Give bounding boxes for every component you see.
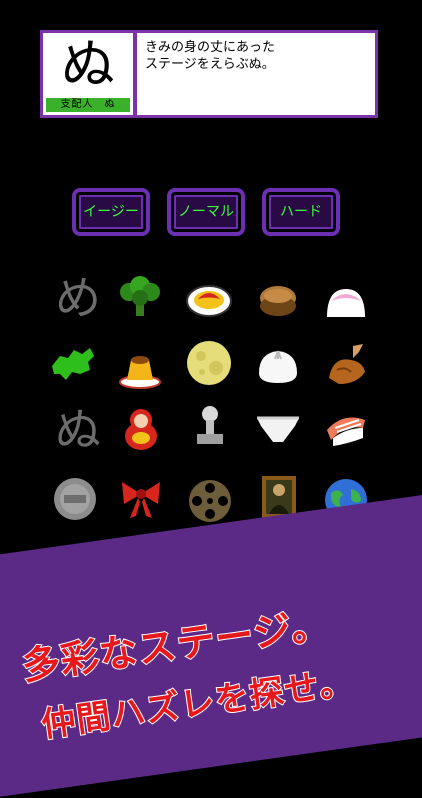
stage-nu[interactable]: ぬ <box>52 404 104 456</box>
500-yen-coin-icon[interactable] <box>52 476 98 522</box>
mochi-icon[interactable] <box>323 281 369 327</box>
stamp-icon[interactable] <box>187 404 233 450</box>
red-ribbon-icon[interactable] <box>118 476 164 522</box>
underpants-icon[interactable] <box>255 410 301 456</box>
stage-me[interactable]: め <box>52 272 104 324</box>
omelette-rice-icon[interactable] <box>186 277 232 323</box>
nikuman-icon[interactable] <box>255 343 301 389</box>
salmon-sushi-icon[interactable] <box>323 408 369 454</box>
roast-chicken-icon[interactable] <box>323 342 369 388</box>
matryoshka-icon[interactable] <box>118 406 164 452</box>
film-reel-icon[interactable] <box>187 478 233 524</box>
full-moon-icon[interactable] <box>186 340 232 386</box>
pudding-icon[interactable] <box>117 346 163 392</box>
shikoku-map-icon[interactable] <box>50 340 96 386</box>
broccoli-icon[interactable] <box>117 274 163 320</box>
dorayaki-icon[interactable] <box>255 278 301 324</box>
